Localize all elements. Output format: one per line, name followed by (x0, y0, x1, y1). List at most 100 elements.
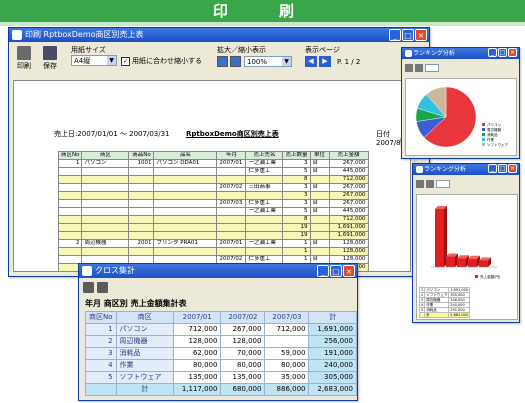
zoom-page-icon[interactable] (230, 56, 241, 67)
report-cell: 267,000 (328, 191, 369, 200)
save-button-label: 保存 (43, 62, 57, 70)
report-cell (153, 191, 218, 200)
close-button[interactable]: × (508, 48, 517, 57)
copy-icon[interactable] (426, 180, 434, 188)
minimize-button[interactable]: _ (317, 265, 329, 277)
report-row: 19 1,691,000 (57, 231, 369, 240)
report-cell (153, 247, 218, 256)
report-cell (81, 175, 130, 184)
report-cell (57, 223, 83, 232)
fit-to-paper-label: 用紙に合わせ縮小する (132, 57, 202, 65)
next-page-button[interactable]: ▶ (319, 56, 331, 67)
report-cell (245, 231, 284, 240)
prev-page-button[interactable]: ◀ (305, 56, 317, 67)
banner-underline (0, 22, 525, 26)
fit-to-paper-checkbox[interactable]: ✓ 用紙に合わせ縮小する (121, 56, 202, 66)
report-cell (81, 231, 130, 240)
report-cell: 2001 (128, 239, 155, 248)
close-button[interactable]: × (415, 29, 427, 41)
zoom-select[interactable]: 100% ▼ (244, 56, 292, 67)
report-cell (81, 191, 130, 200)
cross-window-titlebar[interactable]: クロス集計 _ □ × (79, 264, 357, 278)
printer-icon[interactable] (416, 180, 424, 188)
report-cell: 2007/03 (216, 199, 247, 208)
chart-type-select[interactable] (425, 64, 439, 72)
maximize-button[interactable]: □ (498, 164, 507, 173)
report-cell (216, 215, 247, 224)
report-row: 8 712,000 (57, 215, 369, 224)
report-cell (153, 215, 218, 224)
cross-toolbar (83, 282, 108, 293)
report-cell: 267,000 (328, 199, 369, 208)
print-button[interactable]: 印刷 (13, 46, 35, 71)
print-window-titlebar[interactable]: 印刷 RptboxDemo商区別売上表 _ □ × (9, 28, 429, 42)
report-cell (309, 215, 330, 224)
report-preview-area[interactable]: 売上日:2007/01/01 ～ 2007/03/31 RptboxDemo商区… (13, 80, 411, 272)
report-cell: 712,000 (328, 175, 369, 184)
report-row: 仁多重工 5 台 445,000 (57, 167, 369, 176)
cross-row-category: 作業 (115, 359, 174, 372)
save-button[interactable]: 保存 (39, 46, 61, 71)
report-cell (153, 175, 218, 184)
report-cell (153, 199, 218, 208)
cross-total-cell: 1,117,000 (172, 383, 222, 396)
cross-cell: 62,000 (172, 347, 222, 360)
pie-toolbar (405, 64, 439, 72)
close-button[interactable]: × (343, 265, 355, 277)
report-column-header: 商区 (81, 151, 130, 160)
cross-cell: 128,000 (220, 335, 266, 348)
printer-icon[interactable] (83, 282, 94, 293)
report-cell: 445,000 (328, 207, 369, 216)
minimize-button[interactable]: _ (488, 48, 497, 57)
report-cell: 445,000 (328, 167, 369, 176)
report-cell: 267,000 (328, 183, 369, 192)
report-cell (128, 247, 155, 256)
copy-icon[interactable] (97, 282, 108, 293)
maximize-button[interactable]: □ (498, 48, 507, 57)
pie-legend-swatch (482, 143, 485, 146)
report-cell: 19 (282, 223, 311, 232)
maximize-button[interactable]: □ (402, 29, 414, 41)
report-cell (128, 175, 155, 184)
minimize-button[interactable]: _ (488, 164, 497, 173)
report-cell (216, 191, 247, 200)
report-cell (57, 231, 83, 240)
close-button[interactable]: × (508, 164, 517, 173)
report-column-header: 単位 (309, 151, 330, 160)
report-column-header: 品名 (153, 151, 218, 160)
chart-icon (416, 166, 423, 173)
report-row: 1 128,000 (57, 247, 369, 256)
cross-cell: 267,000 (220, 323, 266, 336)
report-cell: 267,000 (328, 159, 369, 168)
cross-row: 1 パソコン 712,000 267,000 712,000 1,691,000 (85, 323, 357, 336)
zoom-fit-icon[interactable] (217, 56, 228, 67)
report-row: 2007/03 仁多重工 3 台 267,000 (57, 199, 369, 208)
paper-size-select[interactable]: A4縦 ▼ (71, 55, 117, 66)
pie-legend-swatch (482, 138, 485, 141)
cross-column-header: 2007/01 (172, 311, 222, 324)
copy-icon[interactable] (415, 64, 423, 72)
report-cell: プリンタ PRA01 (153, 239, 218, 248)
bar-window-titlebar[interactable]: ランキング分析 _ □ × (413, 164, 519, 175)
pie-window-titlebar[interactable]: ランキング分析 _ □ × (402, 48, 519, 59)
print-preview-window: 印刷 RptboxDemo商区別売上表 _ □ × 印刷 保存 用紙サイズ A4… (8, 27, 430, 277)
printer-icon (17, 46, 31, 60)
minimize-button[interactable]: _ (389, 29, 401, 41)
printer-icon[interactable] (405, 64, 413, 72)
report-cell (81, 167, 130, 176)
report-cell (57, 247, 83, 256)
maximize-button[interactable]: □ (330, 265, 342, 277)
report-cell: 仁多重工 (245, 167, 284, 176)
bar-chart-canvas: 売上金額(円) 1 パソコン 1,691,000 2 ソフトウェア 305,000 3 周辺機… (416, 194, 518, 320)
ranking-cell: ソフトウェア (424, 292, 450, 298)
print-toolbar: 印刷 保存 用紙サイズ A4縦 ▼ ✓ 用紙に合わせ縮小する 拡大／縮小表示 10… (9, 42, 429, 78)
cross-cell: 128,000 (172, 335, 222, 348)
ranking-cell: 1,691,000 (448, 287, 471, 293)
report-cell (57, 191, 83, 200)
cross-body: 1 パソコン 712,000 267,000 712,000 1,691,000 2 周辺機器… (85, 323, 357, 396)
report-cell: 3 (282, 183, 311, 192)
report-cell (153, 167, 218, 176)
chart-icon (405, 50, 412, 57)
chart-type-select[interactable] (436, 180, 450, 188)
report-cell: 3 (282, 191, 311, 200)
